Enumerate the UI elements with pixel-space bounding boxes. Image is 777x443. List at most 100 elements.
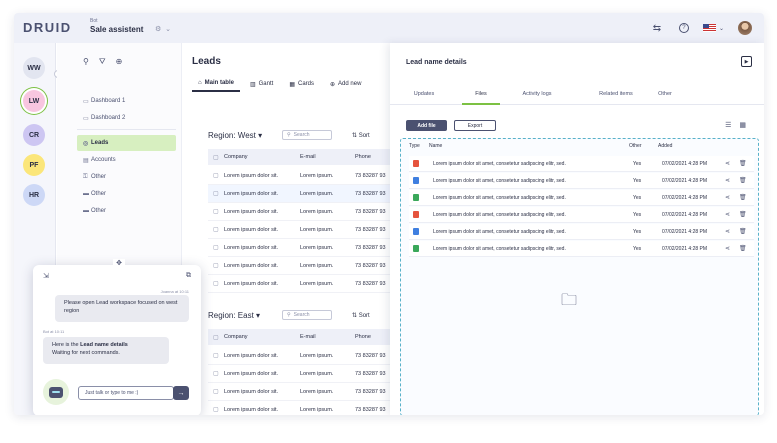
add-file-button[interactable]: Add file (406, 120, 447, 131)
share-icon[interactable]: ⋖ (725, 211, 730, 218)
trash-icon[interactable]: 🗑 (739, 194, 747, 201)
share-icon[interactable]: ⋖ (725, 177, 730, 184)
sort-button[interactable]: ⇅ Sort (352, 132, 370, 139)
trash-icon[interactable]: 🗑 (739, 245, 747, 252)
region-search-input[interactable]: ⚲ Search (282, 130, 332, 140)
bot-message-link[interactable]: Lead name details (80, 342, 128, 348)
file-row[interactable]: Lorem ipsum dolor sit amet, consetetur s… (409, 173, 754, 189)
select-all-checkbox[interactable]: ▢ (208, 154, 224, 161)
sidebar-item-other[interactable]: ▬ Other (77, 186, 176, 202)
file-name[interactable]: Lorem ipsum dolor sit amet, consetetur s… (433, 212, 633, 218)
list-view-icon[interactable]: ☰ (725, 121, 731, 129)
share-icon[interactable]: ⋖ (725, 160, 730, 167)
files-dropzone[interactable]: Type Name Other Added 🗀 Lorem ipsum dolo… (400, 138, 759, 415)
select-all-checkbox[interactable]: ▢ (208, 334, 224, 341)
context-settings[interactable]: ⚙ ⌄ (155, 25, 171, 33)
file-name[interactable]: Lorem ipsum dolor sit amet, consetetur s… (433, 246, 633, 252)
table-row[interactable]: ▢ Lorem ipsum dolor sit. Lorem ipsum. 73 83… (208, 203, 390, 221)
sidebar-item-dashboard-1[interactable]: ▭ Dashboard 1 (77, 93, 176, 109)
table-row[interactable]: ▢ Lorem ipsum dolor sit. Lorem ipsum. 73 83… (208, 257, 390, 275)
workspace-avatar-cr[interactable]: CR (23, 124, 45, 146)
share-icon[interactable]: ⋖ (725, 228, 730, 235)
popout-icon[interactable]: ⧉ (186, 272, 191, 280)
file-row[interactable]: Lorem ipsum dolor sit amet, consetetur s… (409, 190, 754, 206)
table-row[interactable]: ▢ Lorem ipsum dolor sit. Lorem ipsum. 73 83… (208, 167, 390, 185)
bot-context[interactable]: Bot Sale assistent (90, 18, 143, 34)
region-search-input[interactable]: ⚲ Search (282, 310, 332, 320)
user-avatar[interactable] (738, 21, 752, 35)
table-row[interactable]: ▢ Lorem ipsum dolor sit. Lorem ipsum. 73 83… (208, 221, 390, 239)
tab-main-table[interactable]: ⌂ Main table (192, 80, 240, 92)
sidebar-item-accounts[interactable]: ▤ Accounts (77, 152, 176, 168)
table-row[interactable]: ▢ Lorem ipsum dolor sit. Lorem ipsum. 73 83… (208, 401, 390, 415)
row-checkbox[interactable]: ▢ (208, 226, 224, 233)
region-title[interactable]: Region: East ▾ (208, 311, 260, 320)
file-name[interactable]: Lorem ipsum dolor sit amet, consetetur s… (433, 161, 633, 167)
gear-icon[interactable]: ⚙ (155, 26, 161, 33)
row-checkbox[interactable]: ▢ (208, 208, 224, 215)
sidebar-item-other[interactable]: ▬ Other (77, 203, 176, 219)
export-button[interactable]: Export (454, 120, 496, 131)
table-row[interactable]: ▢ Lorem ipsum dolor sit. Lorem ipsum. 73 83… (208, 185, 390, 203)
tab-updates[interactable]: Updates (404, 91, 444, 105)
trash-icon[interactable]: 🗑 (739, 211, 747, 218)
chat-input[interactable]: Just talk or type to me :) (78, 386, 174, 400)
tab-files[interactable]: Files (462, 91, 500, 105)
file-name[interactable]: Lorem ipsum dolor sit amet, consetetur s… (433, 178, 633, 184)
tab-gantt[interactable]: ▥ Gantt (244, 80, 279, 92)
file-name[interactable]: Lorem ipsum dolor sit amet, consetetur s… (433, 195, 633, 201)
file-row[interactable]: Lorem ipsum dolor sit amet, consetetur s… (409, 241, 754, 257)
tab-add-new[interactable]: ⊕ Add new (324, 80, 367, 92)
grid-view-icon[interactable]: ▦ (739, 121, 746, 129)
search-icon[interactable]: ⚲ (83, 57, 89, 67)
chevron-down-icon[interactable]: ⌄ (165, 26, 171, 33)
row-checkbox[interactable]: ▢ (208, 280, 224, 287)
tab-related-items[interactable]: Related items (587, 91, 645, 105)
flag-us-icon[interactable] (702, 24, 716, 32)
workspace-avatar-hr[interactable]: HR (23, 184, 45, 206)
file-row[interactable]: Lorem ipsum dolor sit amet, consetetur s… (409, 224, 754, 240)
filter-icon[interactable]: ⛛ (99, 57, 106, 67)
share-icon[interactable]: ⋖ (725, 245, 730, 252)
trash-icon[interactable]: 🗑 (739, 177, 747, 184)
region-title[interactable]: Region: West ▾ (208, 131, 262, 140)
row-checkbox[interactable]: ▢ (208, 352, 224, 359)
row-checkbox[interactable]: ▢ (208, 262, 224, 269)
file-xls-icon (413, 194, 419, 201)
share-icon[interactable]: ⋖ (725, 194, 730, 201)
handshake-icon[interactable]: ⇆ (649, 20, 665, 36)
table-row[interactable]: ▢ Lorem ipsum dolor sit. Lorem ipsum. 73 83… (208, 239, 390, 257)
trash-icon[interactable]: 🗑 (739, 160, 747, 167)
file-row[interactable]: Lorem ipsum dolor sit amet, consetetur s… (409, 207, 754, 223)
tab-activity-logs[interactable]: Activity logs (508, 91, 566, 105)
table-row[interactable]: ▢ Lorem ipsum dolor sit. Lorem ipsum. 73 83… (208, 365, 390, 383)
row-checkbox[interactable]: ▢ (208, 190, 224, 197)
language-chevron-icon[interactable]: ⌄ (719, 25, 724, 32)
add-icon[interactable]: ⊕ (116, 57, 123, 67)
play-icon[interactable]: ▶ (741, 56, 752, 67)
row-checkbox[interactable]: ▢ (208, 244, 224, 251)
table-row[interactable]: ▢ Lorem ipsum dolor sit. Lorem ipsum. 73 83… (208, 275, 390, 293)
row-checkbox[interactable]: ▢ (208, 388, 224, 395)
file-row[interactable]: Lorem ipsum dolor sit amet, consetetur s… (409, 156, 754, 172)
workspace-avatar-pf[interactable]: PF (23, 154, 45, 176)
row-checkbox[interactable]: ▢ (208, 370, 224, 377)
sidebar-item-other[interactable]: ⚿ Other (77, 169, 176, 185)
table-row[interactable]: ▢ Lorem ipsum dolor sit. Lorem ipsum. 73 83… (208, 347, 390, 365)
file-name[interactable]: Lorem ipsum dolor sit amet, consetetur s… (433, 229, 633, 235)
workspace-avatar-ww[interactable]: WW (23, 57, 45, 79)
send-button[interactable]: → (173, 386, 189, 400)
minimize-icon[interactable]: ⇲ (43, 272, 49, 280)
sort-button[interactable]: ⇅ Sort (352, 312, 370, 319)
trash-icon[interactable]: 🗑 (739, 228, 747, 235)
sidebar-item-leads[interactable]: ◎ Leads (77, 135, 176, 151)
drag-handle-icon[interactable]: ✥ (113, 259, 125, 269)
table-row[interactable]: ▢ Lorem ipsum dolor sit. Lorem ipsum. 73 83… (208, 383, 390, 401)
sidebar-item-dashboard-2[interactable]: ▭ Dashboard 2 (77, 110, 176, 126)
tab-cards[interactable]: ▦ Cards (283, 80, 320, 92)
workspace-avatar-lw[interactable]: LW (23, 90, 45, 112)
row-checkbox[interactable]: ▢ (208, 172, 224, 179)
tab-other[interactable]: Other (650, 91, 680, 105)
row-checkbox[interactable]: ▢ (208, 406, 224, 413)
help-icon[interactable]: ? (678, 23, 689, 33)
